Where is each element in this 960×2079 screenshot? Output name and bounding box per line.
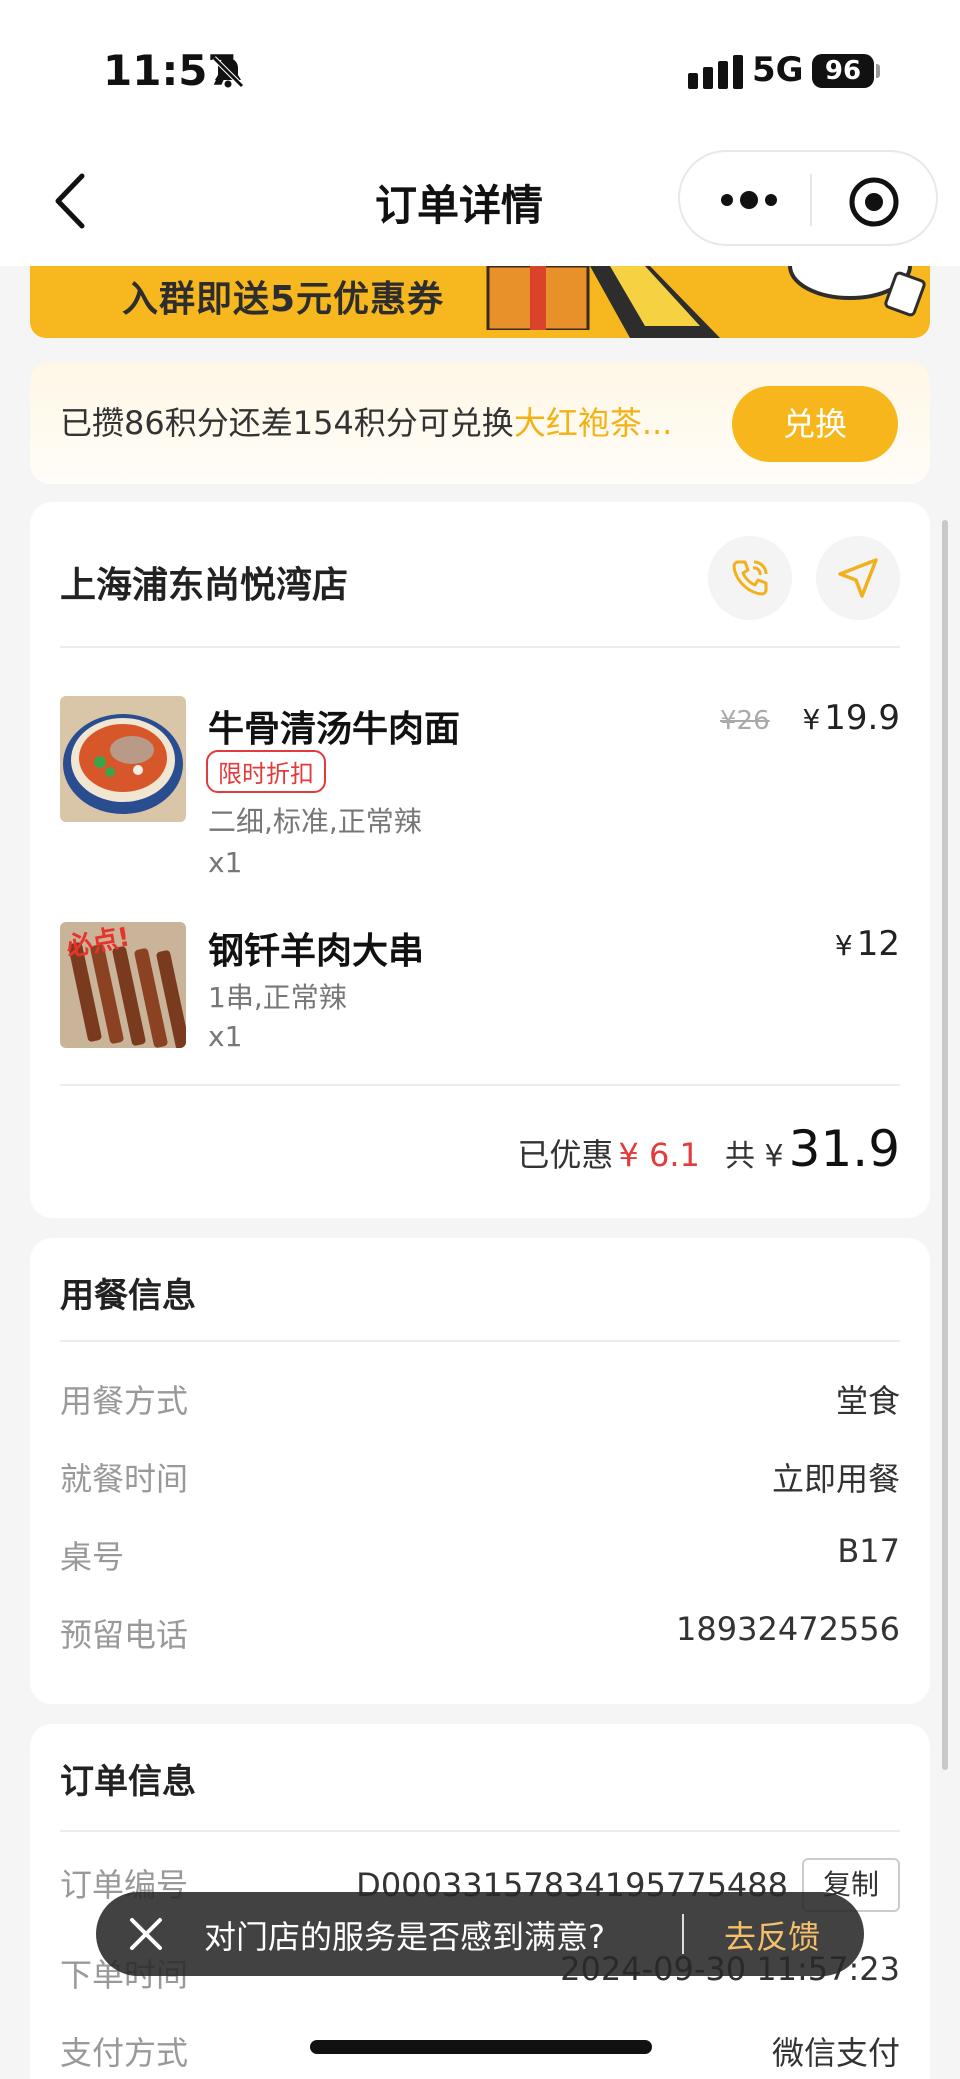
item-price: ¥12 — [835, 924, 900, 964]
order-items-card: 上海浦东尚悦湾店 牛骨清汤牛肉面 限时折扣 二细,标准,正常辣 x1 ¥26 ¥… — [30, 502, 930, 1218]
call-store-button[interactable] — [708, 536, 792, 620]
points-text-prefix: 已攒86积分还差154积分可兑换 — [60, 404, 514, 442]
dining-info-card: 用餐信息 用餐方式 堂食 就餐时间 立即用餐 桌号 B17 预留电话 18932… — [30, 1238, 930, 1704]
table-number-label: 桌号 — [60, 1538, 125, 1576]
lamb-skewer-image: 必点! — [60, 922, 186, 1048]
item-name: 钢钎羊肉大串 — [208, 931, 425, 972]
item-discount-tag: 限时折扣 — [206, 750, 326, 793]
store-divider — [60, 646, 900, 648]
item-image-beef-noodle[interactable] — [60, 696, 186, 822]
order-summary: 已优惠 ¥ 6.1 共 ¥ 31.9 — [517, 1120, 900, 1178]
item-image-lamb-skewer[interactable]: 必点! — [60, 922, 186, 1048]
price-symbol: ¥ — [834, 929, 853, 962]
battery-level: 96 — [824, 56, 862, 86]
discount-value: ¥ 6.1 — [618, 1136, 700, 1174]
feedback-toast: 对门店的服务是否感到满意? 去反馈 — [96, 1892, 864, 1976]
navigation-arrow-icon — [838, 558, 878, 598]
order-divider — [60, 1830, 900, 1832]
item-price: ¥19.9 — [802, 698, 900, 738]
home-indicator — [310, 2040, 652, 2054]
price-symbol: ¥ — [802, 703, 821, 736]
points-card: 已攒86积分还差154积分可兑换大红袍茶... 兑换 — [30, 362, 930, 484]
payment-method-label: 支付方式 — [60, 2034, 189, 2072]
battery-icon: 96 — [812, 54, 874, 88]
dining-divider — [60, 1340, 900, 1342]
promo-banner[interactable]: 入群即送5元优惠券 — [30, 266, 930, 338]
price-value: 12 — [856, 924, 900, 964]
item-quantity: x1 — [208, 846, 243, 879]
dining-time-label: 就餐时间 — [60, 1460, 189, 1498]
exchange-button[interactable]: 兑换 — [732, 386, 898, 462]
dining-time-value: 立即用餐 — [771, 1460, 900, 1498]
beef-noodle-image — [60, 696, 186, 822]
dining-info-title: 用餐信息 — [60, 1276, 196, 1316]
more-icon[interactable] — [718, 188, 780, 212]
close-icon[interactable] — [126, 1914, 166, 1954]
feedback-question: 对门店的服务是否感到满意? — [204, 1918, 605, 1956]
reserved-phone-value: 18932472556 — [676, 1610, 900, 1648]
price-value: 19.9 — [824, 698, 900, 738]
table-number-value: B17 — [837, 1532, 900, 1570]
total-label: 共 ¥ — [724, 1139, 784, 1174]
mini-program-capsule — [678, 150, 938, 246]
points-reward-name: 大红袍茶... — [513, 404, 673, 442]
feedback-link[interactable]: 去反馈 — [724, 1912, 820, 1958]
bell-muted-icon — [212, 56, 244, 88]
dining-mode-label: 用餐方式 — [60, 1382, 189, 1420]
reserved-phone-label: 预留电话 — [60, 1616, 189, 1654]
banner-decoration-icon — [590, 266, 926, 338]
scrollbar[interactable] — [942, 520, 948, 1770]
navigate-store-button[interactable] — [816, 536, 900, 620]
discount-label: 已优惠 — [517, 1136, 614, 1174]
store-name: 上海浦东尚悦湾店 — [60, 565, 349, 606]
network-type: 5G — [752, 50, 804, 90]
capsule-divider — [810, 174, 812, 226]
points-progress-text: 已攒86积分还差154积分可兑换大红袍茶... — [60, 398, 672, 444]
item-original-price: ¥26 — [720, 706, 770, 736]
item-spec: 1串,正常辣 — [208, 981, 347, 1014]
gift-box-icon — [486, 266, 590, 330]
item-spec: 二细,标准,正常辣 — [208, 805, 422, 838]
phone-icon — [732, 560, 768, 596]
toast-divider — [682, 1914, 684, 1954]
total-value: 31.9 — [788, 1120, 900, 1178]
banner-text: 入群即送5元优惠券 — [122, 279, 445, 320]
nav-bar: 订单详情 — [0, 140, 960, 266]
order-info-title: 订单信息 — [60, 1762, 196, 1802]
item-name: 牛骨清汤牛肉面 — [208, 709, 461, 750]
status-bar: 11:57 5G 96 — [0, 0, 960, 140]
signal-icon — [688, 55, 743, 89]
payment-method-value: 微信支付 — [771, 2034, 900, 2072]
battery-nub — [876, 64, 880, 78]
dining-mode-value: 堂食 — [835, 1382, 900, 1420]
items-divider — [60, 1084, 900, 1086]
close-miniprogram-icon[interactable] — [848, 176, 900, 228]
item-quantity: x1 — [208, 1020, 243, 1053]
